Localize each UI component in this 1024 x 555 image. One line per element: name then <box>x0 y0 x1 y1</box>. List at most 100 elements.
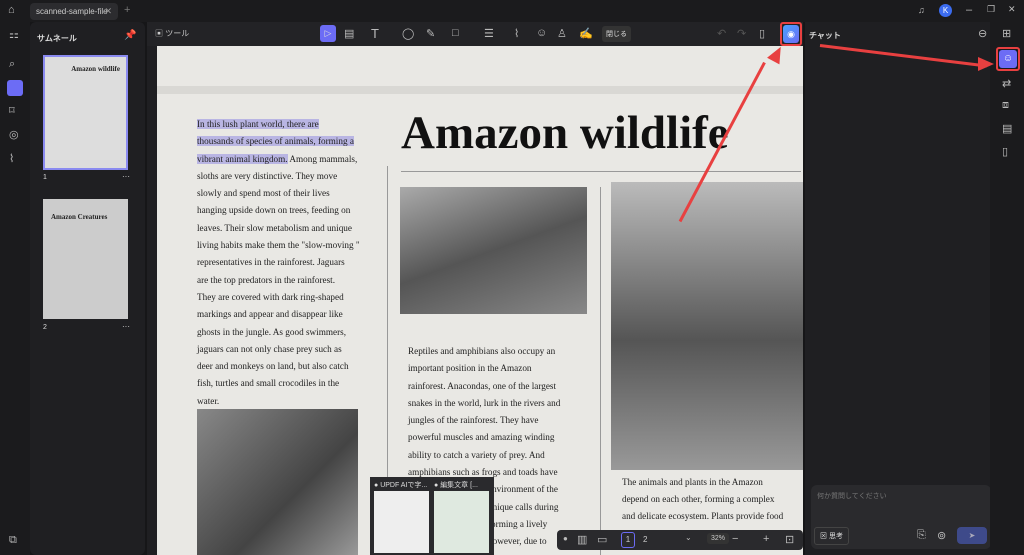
right-rail: ⊖ ⊞ ☺ ⇄ ⧈ ▤ ▯ <box>978 22 1024 555</box>
comment-icon[interactable]: ◎ <box>9 128 19 141</box>
ai-assistant-icon[interactable]: ◉ <box>783 25 799 43</box>
bell-icon[interactable]: ♫ <box>918 5 925 15</box>
window-title: 編集文章 [... <box>440 482 478 489</box>
pin-icon[interactable]: 📌 <box>124 30 136 41</box>
text-line: leaves. Their slow metabolism and unique <box>197 222 352 233</box>
tab-title: scanned-sample-file <box>36 7 108 16</box>
close-window-icon[interactable]: ✕ <box>1008 4 1016 15</box>
think-button[interactable]: ⊠ 思考 <box>814 527 849 545</box>
page-thumbnail-2[interactable]: Amazon Creatures <box>43 199 128 319</box>
page-navigation-bar: ● ▥ ▭ 1 2 ⌄ 32% − + ⊡ <box>557 530 803 550</box>
text-line: water. <box>197 395 220 406</box>
chevron-down-icon[interactable]: ⌄ <box>685 533 692 542</box>
presentation-icon[interactable]: ▭ <box>597 533 607 546</box>
preview-window-2[interactable] <box>434 491 489 553</box>
zoom-in-button[interactable]: + <box>763 533 769 545</box>
taskbar-preview: ● UPDF AIで字... ● 編集文章 [... <box>370 477 494 555</box>
highlighted-line: vibrant animal kingdom. <box>197 153 288 164</box>
text-line: ability to catch a variety of prey. And <box>408 449 545 460</box>
text-line: Reptiles and amphibians also occupy an <box>408 346 556 356</box>
left-column-text: In this lush plant world, there are thou… <box>197 116 377 410</box>
owl-image <box>400 187 587 314</box>
grid-icon[interactable]: ⚏ <box>9 28 19 41</box>
chat-input-placeholder: 何か質問してください <box>817 493 887 500</box>
screenshot-icon[interactable]: ⊚ <box>937 529 946 542</box>
text-line: important position in the Amazon <box>408 363 532 374</box>
highlighted-line: thousands of species of animals, forming… <box>197 136 354 147</box>
attach-icon[interactable]: ⌇ <box>514 27 519 40</box>
text-line: markings and appear and disappear like <box>197 309 343 320</box>
new-tab-button[interactable]: + <box>124 4 130 16</box>
shape-icon[interactable]: □ <box>452 27 459 39</box>
text-line: snakes in the world, lurk in the rivers … <box>408 397 561 408</box>
redo-icon[interactable]: ↷ <box>737 27 746 40</box>
explain-icon[interactable]: ⧈ <box>1002 99 1009 112</box>
document-title: Amazon wildlife <box>401 107 729 159</box>
document-tab[interactable]: scanned-sample-file ✕ <box>30 3 118 20</box>
avatar[interactable]: K <box>939 4 952 17</box>
think-label: 思考 <box>828 533 843 540</box>
page-count: 2 <box>643 535 648 544</box>
text-line: are the top predators in the rainforest. <box>197 274 336 285</box>
thumbnail-title: Amazon wildlife <box>71 65 120 73</box>
zoom-out-button[interactable]: − <box>732 533 738 545</box>
stamp-icon[interactable]: ♙ <box>557 27 567 40</box>
thumbnail-title: Amazon Creatures <box>51 213 108 221</box>
comment-tool-icon[interactable]: ◯ <box>402 27 414 40</box>
tools-button[interactable]: ▣ ツール <box>155 28 189 39</box>
attachment-icon[interactable]: ⌇ <box>9 152 14 165</box>
save-icon[interactable]: ▯ <box>759 27 765 40</box>
restore-icon[interactable]: ❐ <box>987 4 995 15</box>
signature-icon[interactable]: ✍ <box>579 27 593 40</box>
new-window-icon[interactable]: ⊞ <box>1002 27 1011 40</box>
left-rail: ⚏ ⌕ ⌑ ◎ ⌇ ⧉ <box>0 22 30 555</box>
bookmark-icon[interactable]: ⌑ <box>9 104 15 117</box>
preview-window-1-title[interactable]: ● UPDF AIで字... <box>374 480 427 490</box>
minimize-icon[interactable]: – <box>966 4 972 16</box>
search-icon[interactable]: ⌕ <box>9 58 15 71</box>
text-line: representatives in the rainforest. Jagua… <box>197 257 345 268</box>
select-tool-icon[interactable]: ▷ <box>320 25 336 42</box>
measure-icon[interactable]: ☰ <box>484 27 494 40</box>
page-layout-icon[interactable]: ▥ <box>577 533 587 546</box>
info-icon[interactable]: ● <box>563 534 568 543</box>
text-line: The animals and plants in the Amazon <box>622 477 763 487</box>
text-box-icon[interactable]: ▤ <box>344 27 354 40</box>
chat-input-box[interactable]: 何か質問してください ⊠ 思考 ⎘ ⊚ ➤ <box>811 485 991 549</box>
text-line: amphibians such as frogs and toads have <box>408 467 558 478</box>
book-icon[interactable]: ▯ <box>1002 145 1008 158</box>
preview-window-2-title[interactable]: ● 編集文章 [... <box>434 480 478 490</box>
image-upload-icon[interactable]: ⎘ <box>917 529 926 542</box>
preview-window-1[interactable] <box>374 491 429 553</box>
close-tab-icon[interactable]: ✕ <box>104 6 112 17</box>
more-icon[interactable]: ··· <box>122 322 130 331</box>
text-icon[interactable]: T <box>371 26 379 41</box>
fit-page-icon[interactable]: ⊡ <box>785 533 794 546</box>
current-page-input[interactable]: 1 <box>621 532 635 548</box>
text-line: They are covered with dark ring-shaped <box>197 291 344 302</box>
close-tools-button[interactable]: 閉じる <box>602 26 631 42</box>
send-button[interactable]: ➤ <box>957 527 987 544</box>
zoom-level[interactable]: 32% <box>707 533 730 544</box>
page-thumbnail-1[interactable]: Amazon wildlife <box>43 55 128 170</box>
text-line: Among mammals, <box>287 153 358 164</box>
home-icon[interactable]: ⌂ <box>8 4 15 16</box>
undo-icon[interactable]: ↶ <box>717 27 726 40</box>
highlighted-line: In this lush plant world, there are <box>197 119 319 129</box>
more-icon[interactable]: ··· <box>122 172 130 181</box>
ai-chat-icon[interactable]: ☺ <box>999 50 1017 68</box>
translate-icon[interactable]: ⇄ <box>1002 77 1011 90</box>
minimize-chat-icon[interactable]: ⊖ <box>978 27 987 40</box>
toolbar: ▣ ツール ▷ ▤ T ◯ ✎ □ ☰ ⌇ ☺ ♙ ✍ 閉じる ↶ ↷ ▯ ◉ <box>147 22 803 46</box>
text-line: fish, turtles and small crocodiles in th… <box>197 378 340 389</box>
text-line: powerful muscles and amazing winding <box>408 432 555 443</box>
right-column-text: The animals and plants in the Amazon dep… <box>622 474 803 525</box>
text-line: jaguars can not only chase prey such as <box>197 343 342 354</box>
thumbnail-icon[interactable] <box>7 80 23 96</box>
eraser-icon[interactable]: ✎ <box>426 27 435 40</box>
sticker-icon[interactable]: ☺ <box>536 27 547 39</box>
layers-icon[interactable]: ⧉ <box>9 534 17 547</box>
summarize-icon[interactable]: ▤ <box>1002 122 1012 135</box>
chat-title: チャット <box>809 31 841 40</box>
chat-panel: チャット 何か質問してください ⊠ 思考 ⎘ ⊚ ➤ <box>805 22 991 555</box>
